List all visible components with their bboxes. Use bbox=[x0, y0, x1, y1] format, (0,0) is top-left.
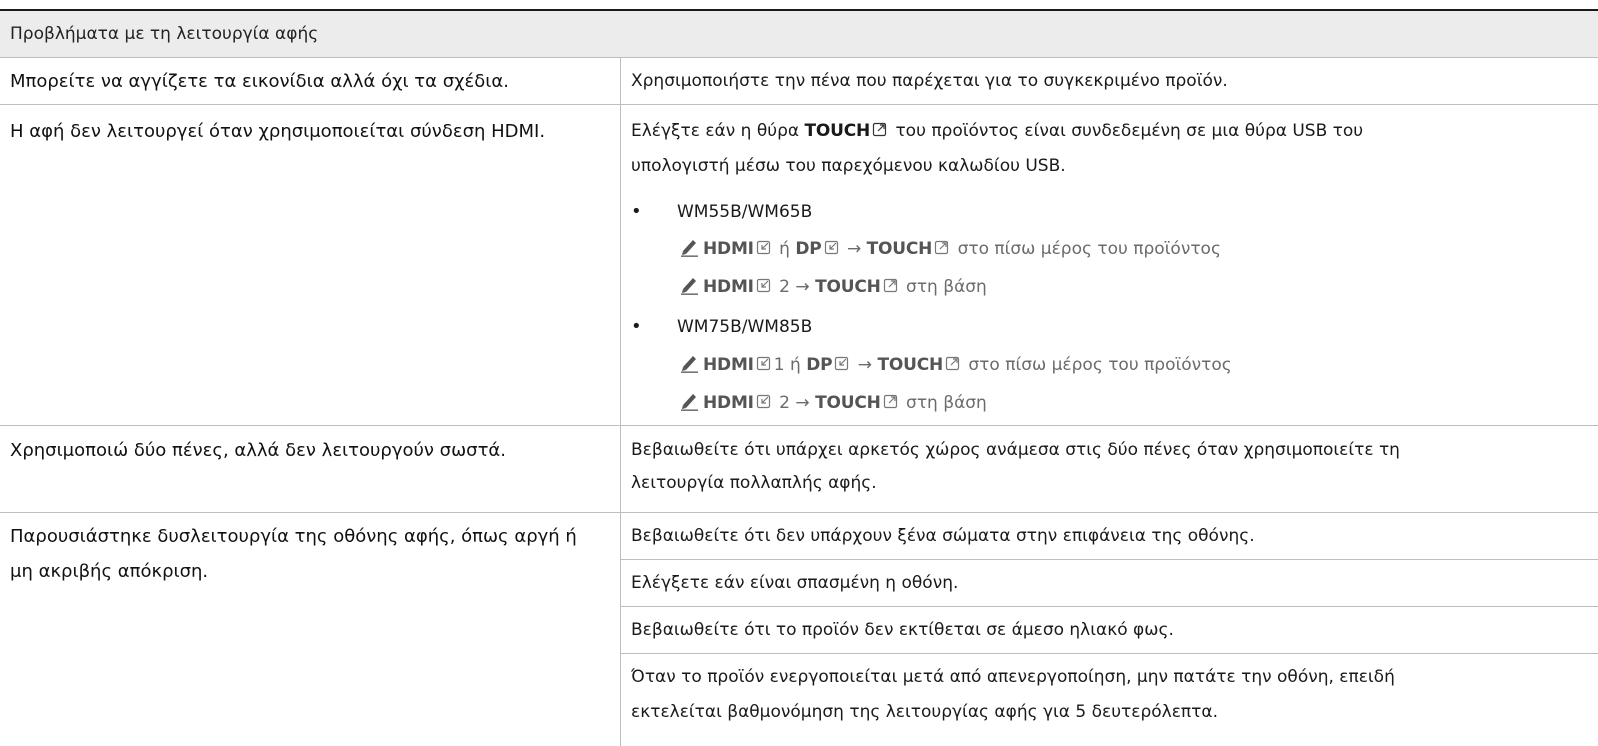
note-arrow: → bbox=[790, 277, 816, 297]
port-label: DP bbox=[795, 239, 822, 259]
port-label: TOUCH bbox=[804, 121, 871, 141]
input-port-icon bbox=[756, 394, 770, 409]
solution-text: εκτελείται βαθμονόμηση της λειτουργίας α… bbox=[631, 702, 1218, 722]
port-suffix: 2 bbox=[773, 393, 791, 413]
row-divider bbox=[0, 425, 1598, 426]
solution-text: Βεβαιωθείτε ότι δεν υπάρχουν ξένα σώματα… bbox=[631, 526, 1255, 546]
table-header: Προβλήματα με τη λειτουργία αφής bbox=[0, 11, 1598, 58]
input-port-icon bbox=[756, 278, 770, 293]
port-label: HDMI bbox=[703, 355, 754, 375]
solution-text: Όταν το προϊόν ενεργοποιείται μετά από α… bbox=[631, 667, 1395, 687]
input-port-icon bbox=[835, 356, 849, 371]
port-label: HDMI bbox=[703, 239, 754, 259]
pencil-note-icon bbox=[681, 278, 698, 295]
solution-text: Βεβαιωθείτε ότι υπάρχει αρκετός χώρος αν… bbox=[631, 440, 1400, 460]
sub-row-divider bbox=[621, 559, 1598, 560]
model-name: WM55B/WM65B bbox=[677, 202, 813, 222]
port-label: HDMI bbox=[703, 393, 754, 413]
solution-text: υπολογιστή μέσω του παρεχόμενου καλωδίου… bbox=[631, 156, 1066, 176]
solution-text-part: Ελέγξτε εάν η θύρα bbox=[631, 121, 805, 141]
port-label: TOUCH bbox=[877, 355, 943, 375]
note-arrow: → bbox=[841, 239, 867, 259]
bullet: • bbox=[631, 316, 642, 337]
note-arrow: → bbox=[852, 355, 878, 375]
input-port-icon bbox=[756, 240, 770, 255]
note-connector: ή bbox=[784, 355, 807, 375]
pencil-note-icon bbox=[681, 240, 698, 257]
note-line: HDMI 1 ή DP → TOUCH στο πίσω μέρος του πρ… bbox=[677, 348, 1232, 383]
pencil-note-icon bbox=[681, 394, 698, 411]
problem-text: Η αφή δεν λειτουργεί όταν χρησιμοποιείτα… bbox=[10, 121, 546, 142]
input-port-icon bbox=[756, 356, 770, 371]
note-line: HDMI ή DP → TOUCH στο πίσω μέρος του προ… bbox=[677, 232, 1221, 267]
note-text: στο πίσω μέρος του προϊόντος bbox=[963, 355, 1232, 375]
note-line: HDMI 2 → TOUCH στη βάση bbox=[677, 386, 987, 421]
port-label: HDMI bbox=[703, 277, 754, 297]
pencil-note-icon bbox=[681, 356, 698, 373]
output-port-icon bbox=[883, 278, 897, 293]
note-line: HDMI 2 → TOUCH στη βάση bbox=[677, 270, 987, 305]
output-port-icon bbox=[872, 122, 887, 137]
solution-text-part: του προϊόντος είναι συνδεδεμένη σε μια θ… bbox=[890, 121, 1364, 141]
row-divider bbox=[0, 512, 1598, 513]
troubleshooting-table: Προβλήματα με τη λειτουργία αφής Μπορείτ… bbox=[0, 0, 1598, 746]
port-suffix: 1 bbox=[773, 355, 785, 375]
solution-text: Βεβαιωθείτε ότι το προϊόν δεν εκτίθεται … bbox=[631, 620, 1174, 640]
column-divider bbox=[620, 58, 621, 746]
note-text: στη βάση bbox=[900, 277, 987, 297]
solution-text: Ελέγξτε εάν η θύρα TOUCH του προϊόντος ε… bbox=[631, 114, 1581, 149]
list-item: • WM55B/WM65B bbox=[631, 194, 812, 229]
output-port-icon bbox=[945, 356, 960, 371]
note-text: στο πίσω μέρος του προϊόντος bbox=[952, 239, 1221, 259]
port-suffix: 2 bbox=[773, 277, 791, 297]
sub-row-divider bbox=[621, 653, 1598, 654]
list-item: • WM75B/WM85B bbox=[631, 309, 812, 344]
row-divider bbox=[0, 104, 1598, 105]
problem-text: Χρησιμοποιώ δύο πένες, αλλά δεν λειτουργ… bbox=[10, 440, 506, 461]
table-header-title: Προβλήματα με τη λειτουργία αφής bbox=[10, 24, 319, 44]
problem-text: Μπορείτε να αγγίζετε τα εικονίδια αλλά ό… bbox=[10, 71, 509, 92]
model-name: WM75B/WM85B bbox=[677, 317, 813, 337]
port-label: TOUCH bbox=[815, 393, 881, 413]
note-arrow: → bbox=[790, 393, 816, 413]
solution-text: Ελέγξετε εάν είναι σπασμένη η οθόνη. bbox=[631, 573, 959, 593]
solution-text: Χρησιμοποιήστε την πένα που παρέχεται γι… bbox=[631, 71, 1228, 91]
sub-row-divider bbox=[621, 606, 1598, 607]
input-port-icon bbox=[824, 240, 838, 255]
port-label: TOUCH bbox=[815, 277, 881, 297]
output-port-icon bbox=[935, 240, 949, 255]
port-label: DP bbox=[806, 355, 833, 375]
note-text: στη βάση bbox=[900, 393, 987, 413]
output-port-icon bbox=[883, 394, 897, 409]
solution-text: λειτουργία πολλαπλής αφής. bbox=[631, 473, 877, 493]
port-label: TOUCH bbox=[866, 239, 933, 259]
bullet: • bbox=[631, 201, 642, 222]
problem-text: Παρουσιάστηκε δυσλειτουργία της οθόνης α… bbox=[10, 526, 577, 582]
note-connector: ή bbox=[773, 239, 796, 259]
